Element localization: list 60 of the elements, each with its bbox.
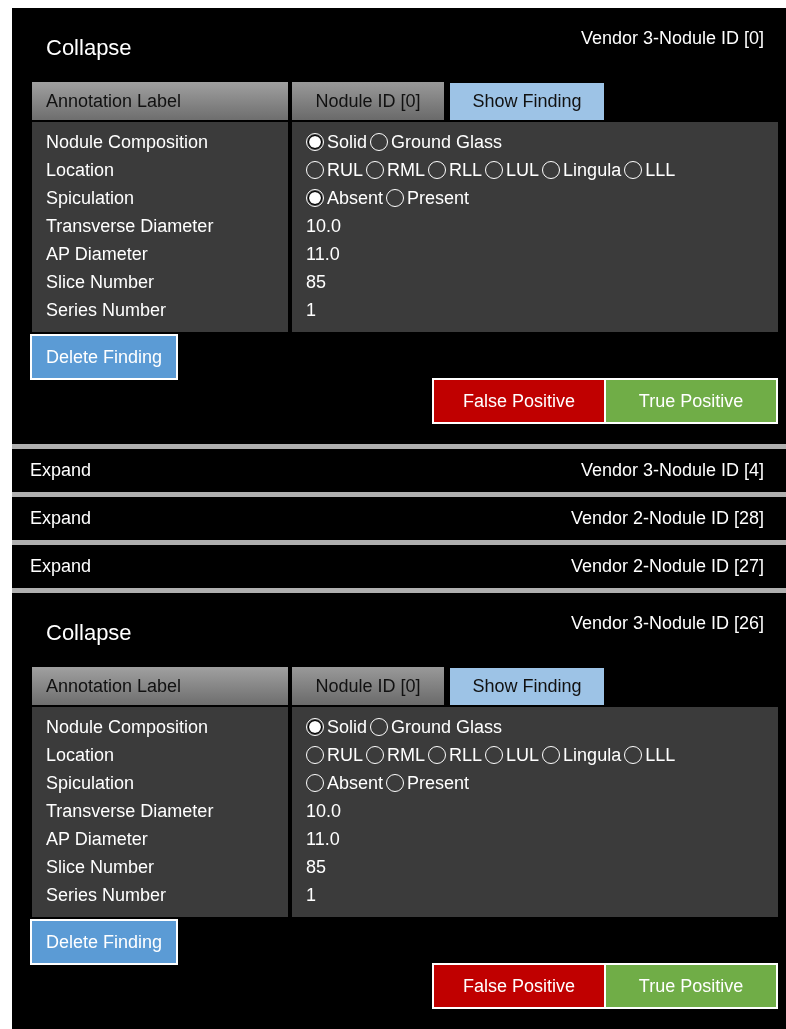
field-label: Location [46,744,115,766]
field-value: 1 [306,884,316,906]
nodule-id-header: Nodule ID [0] [292,667,444,705]
radio-label: Solid [327,131,368,153]
show-finding-button[interactable]: Show Finding [450,668,604,705]
radio-label: Absent [327,187,384,209]
field-label: Series Number [46,884,167,906]
field-value: 10.0 [306,800,342,822]
column-header: Annotation Label [32,667,288,705]
radio-label: LUL [506,159,540,181]
false-positive-button[interactable]: False Positive [432,378,605,424]
expand-button[interactable]: Expand [30,556,92,577]
false-positive-button[interactable]: False Positive [432,963,605,1009]
field-label: Transverse Diameter [46,800,214,822]
field-label: Nodule Composition [46,716,209,738]
radio-label: RUL [327,744,363,766]
radio-label: Present [407,187,470,209]
column-header: Annotation Label [32,82,288,120]
field-label: Slice Number [46,856,155,878]
field-value: 85 [306,856,327,878]
field-label: Spiculation [46,187,135,209]
radio-label: RML [387,744,426,766]
radio-label: LLL [645,159,676,181]
panel-title: Vendor 3-Nodule ID [26] [570,613,764,634]
radio-label: RUL [327,159,363,181]
show-finding-button[interactable]: Show Finding [450,83,604,120]
field-label: Location [46,159,115,181]
radio-label: Ground Glass [391,131,503,153]
field-label: AP Diameter [46,243,148,265]
panel-title: Vendor 2-Nodule ID [27] [570,556,764,577]
field-value: 85 [306,271,327,293]
field-value: 1 [306,299,316,321]
collapse-button[interactable]: Collapse [46,35,132,61]
radio-label: Lingula [563,744,622,766]
radio-label: LLL [645,744,676,766]
field-value: 11.0 [306,243,340,265]
radio-label: Present [407,772,470,794]
field-value: 10.0 [306,215,342,237]
collapse-button[interactable]: Collapse [46,620,132,646]
nodule-id-header: Nodule ID [0] [292,82,444,120]
field-label: AP Diameter [46,828,148,850]
radio-label: RLL [449,744,483,766]
radio-label: Absent [327,772,384,794]
field-label: Transverse Diameter [46,215,214,237]
panel-title: Vendor 3-Nodule ID [0] [580,28,764,49]
radio-label: LUL [506,744,540,766]
panel-title: Vendor 2-Nodule ID [28] [570,508,764,529]
field-label: Series Number [46,299,167,321]
panel-title: Vendor 3-Nodule ID [4] [580,460,764,481]
field-label: Spiculation [46,772,135,794]
radio-label: Ground Glass [391,716,503,738]
field-label: Slice Number [46,271,155,293]
radio-label: Lingula [563,159,622,181]
expand-button[interactable]: Expand [30,508,92,529]
expand-button[interactable]: Expand [30,460,92,481]
radio-label: RLL [449,159,483,181]
field-value: 11.0 [306,828,340,850]
field-label: Nodule Composition [46,131,209,153]
radio-label: RML [387,159,426,181]
radio-label: Solid [327,716,368,738]
